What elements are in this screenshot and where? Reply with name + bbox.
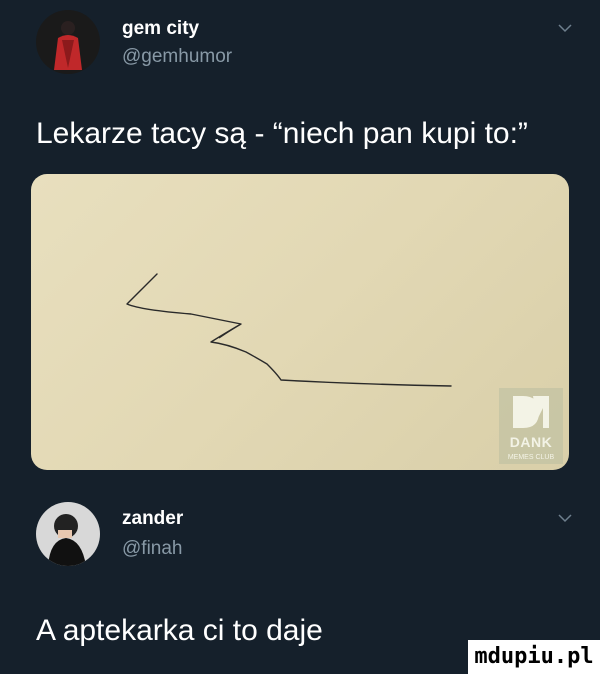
chevron-down-icon[interactable] [557,22,573,34]
dank-logo-icon: DANK MEMES CLUB [499,388,563,464]
tweet-original: gem city @gemhumor Lekarze tacy są - “ni… [0,0,600,170]
chevron-down-icon[interactable] [557,512,573,524]
prescription-image[interactable]: DANK MEMES CLUB [31,174,569,470]
tweet-text: A aptekarka ci to daje [36,614,323,647]
tweet-text: Lekarze tacy są - “niech pan kupi to:” [36,117,528,150]
avatar[interactable] [36,10,100,74]
avatar-person-icon [36,502,100,566]
author-name[interactable]: zander [122,508,183,530]
avatar[interactable] [36,502,100,566]
author-name[interactable]: gem city [122,18,199,40]
logo-text: DANK [509,434,553,450]
dank-emblem [513,396,549,428]
logo-subtext: MEMES CLUB [507,454,555,461]
author-handle[interactable]: @gemhumor [122,46,232,68]
site-watermark: mdupiu.pl [468,640,600,674]
author-handle[interactable]: @finah [122,538,183,560]
avatar-red-dress-icon [36,10,100,74]
scribble-signature [126,273,452,387]
